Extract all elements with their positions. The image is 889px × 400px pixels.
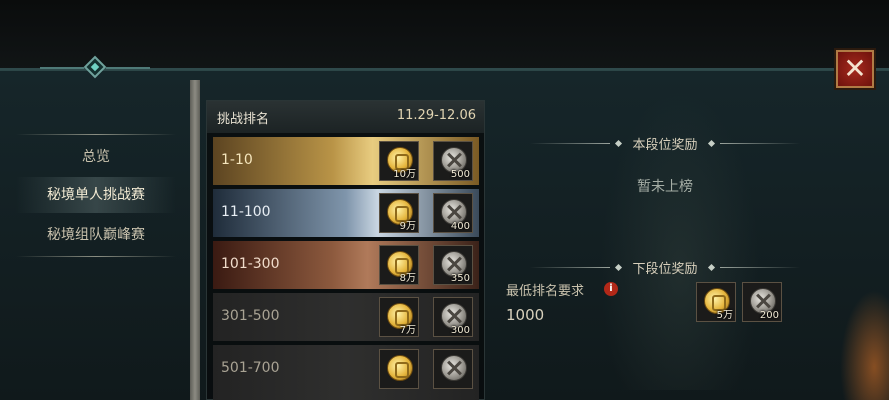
reward-quantity: 5万 — [716, 310, 733, 321]
gold-reward-slot[interactable]: 10万 — [379, 141, 419, 181]
rank-row[interactable]: 301-500 7万 300 — [213, 293, 479, 341]
next-gold-reward-slot[interactable]: 5万 — [696, 282, 736, 322]
rank-row[interactable]: 1-10 10万 500 — [213, 137, 479, 185]
sidebar-top-divider — [16, 134, 176, 135]
reward-quantity: 500 — [450, 169, 470, 180]
gold-reward-slot[interactable]: 9万 — [379, 193, 419, 233]
sidebar: 总览 秘境单人挑战赛 秘境组队巅峰赛 — [16, 134, 176, 258]
gold-reward-slot[interactable]: 8万 — [379, 245, 419, 285]
reward-quantity: 8万 — [399, 273, 416, 284]
sidebar-item-team-peak[interactable]: 秘境组队巅峰赛 — [16, 217, 176, 253]
rank-panel-title: 挑战排名 — [217, 112, 270, 127]
panel-divider — [190, 80, 200, 400]
silver-reward-slot[interactable] — [433, 349, 473, 389]
next-tier-reward-title: 下段位奖励 — [632, 262, 698, 277]
reward-quantity: 350 — [450, 273, 470, 284]
reward-quantity: 9万 — [399, 221, 416, 232]
reward-quantity: 7万 — [399, 325, 416, 336]
next-silver-reward-slot[interactable]: 200 — [742, 282, 782, 322]
silver-coin-icon — [441, 355, 467, 381]
silver-reward-slot[interactable]: 350 — [433, 245, 473, 285]
silver-reward-slot[interactable]: 400 — [433, 193, 473, 233]
info-icon[interactable]: i — [604, 282, 618, 296]
unranked-status: 暂未上榜 — [637, 179, 693, 195]
sidebar-item-solo-challenge[interactable]: 秘境单人挑战赛 — [16, 177, 176, 213]
sidebar-bottom-divider — [16, 256, 176, 257]
gold-reward-slot[interactable] — [379, 349, 419, 389]
close-button[interactable]: ✕ — [836, 50, 874, 88]
close-icon: ✕ — [843, 52, 867, 85]
reward-quantity: 10万 — [393, 169, 416, 180]
current-tier-reward-title: 本段位奖励 — [632, 138, 698, 153]
rank-range-label: 101-300 — [221, 256, 280, 272]
background-ember — [840, 290, 889, 400]
rank-panel: 挑战排名 11.29-12.06 1-10 10万 500 11-100 9万 … — [206, 100, 485, 400]
current-tier-reward-heading: 本段位奖励 — [530, 134, 800, 154]
rank-range-label: 501-700 — [221, 360, 280, 376]
gold-coin-icon — [387, 355, 413, 381]
silver-reward-slot[interactable]: 300 — [433, 297, 473, 337]
gold-reward-slot[interactable]: 7万 — [379, 297, 419, 337]
gem-icon — [83, 55, 107, 79]
rank-row[interactable]: 501-700 — [213, 345, 479, 400]
reward-quantity: 300 — [450, 325, 470, 336]
rank-row[interactable]: 11-100 9万 400 — [213, 189, 479, 237]
title-ornament — [40, 55, 150, 81]
reward-quantity: 200 — [759, 310, 779, 321]
rank-panel-header: 挑战排名 11.29-12.06 — [207, 101, 484, 133]
sidebar-item-overview[interactable]: 总览 — [16, 139, 176, 175]
rank-range-label: 11-100 — [221, 204, 271, 220]
min-rank-value: 1000 — [506, 306, 545, 324]
rank-range-label: 301-500 — [221, 308, 280, 324]
silver-reward-slot[interactable]: 500 — [433, 141, 473, 181]
next-tier-reward-heading: 下段位奖励 — [530, 258, 800, 278]
rank-date-range: 11.29-12.06 — [396, 108, 476, 123]
rank-range-label: 1-10 — [221, 152, 253, 168]
min-rank-label: 最低排名要求 — [506, 284, 585, 299]
rank-row[interactable]: 101-300 8万 350 — [213, 241, 479, 289]
reward-panel: 本段位奖励 暂未上榜 下段位奖励 最低排名要求 i 1000 5万 200 — [500, 80, 830, 400]
reward-quantity: 400 — [450, 221, 470, 232]
